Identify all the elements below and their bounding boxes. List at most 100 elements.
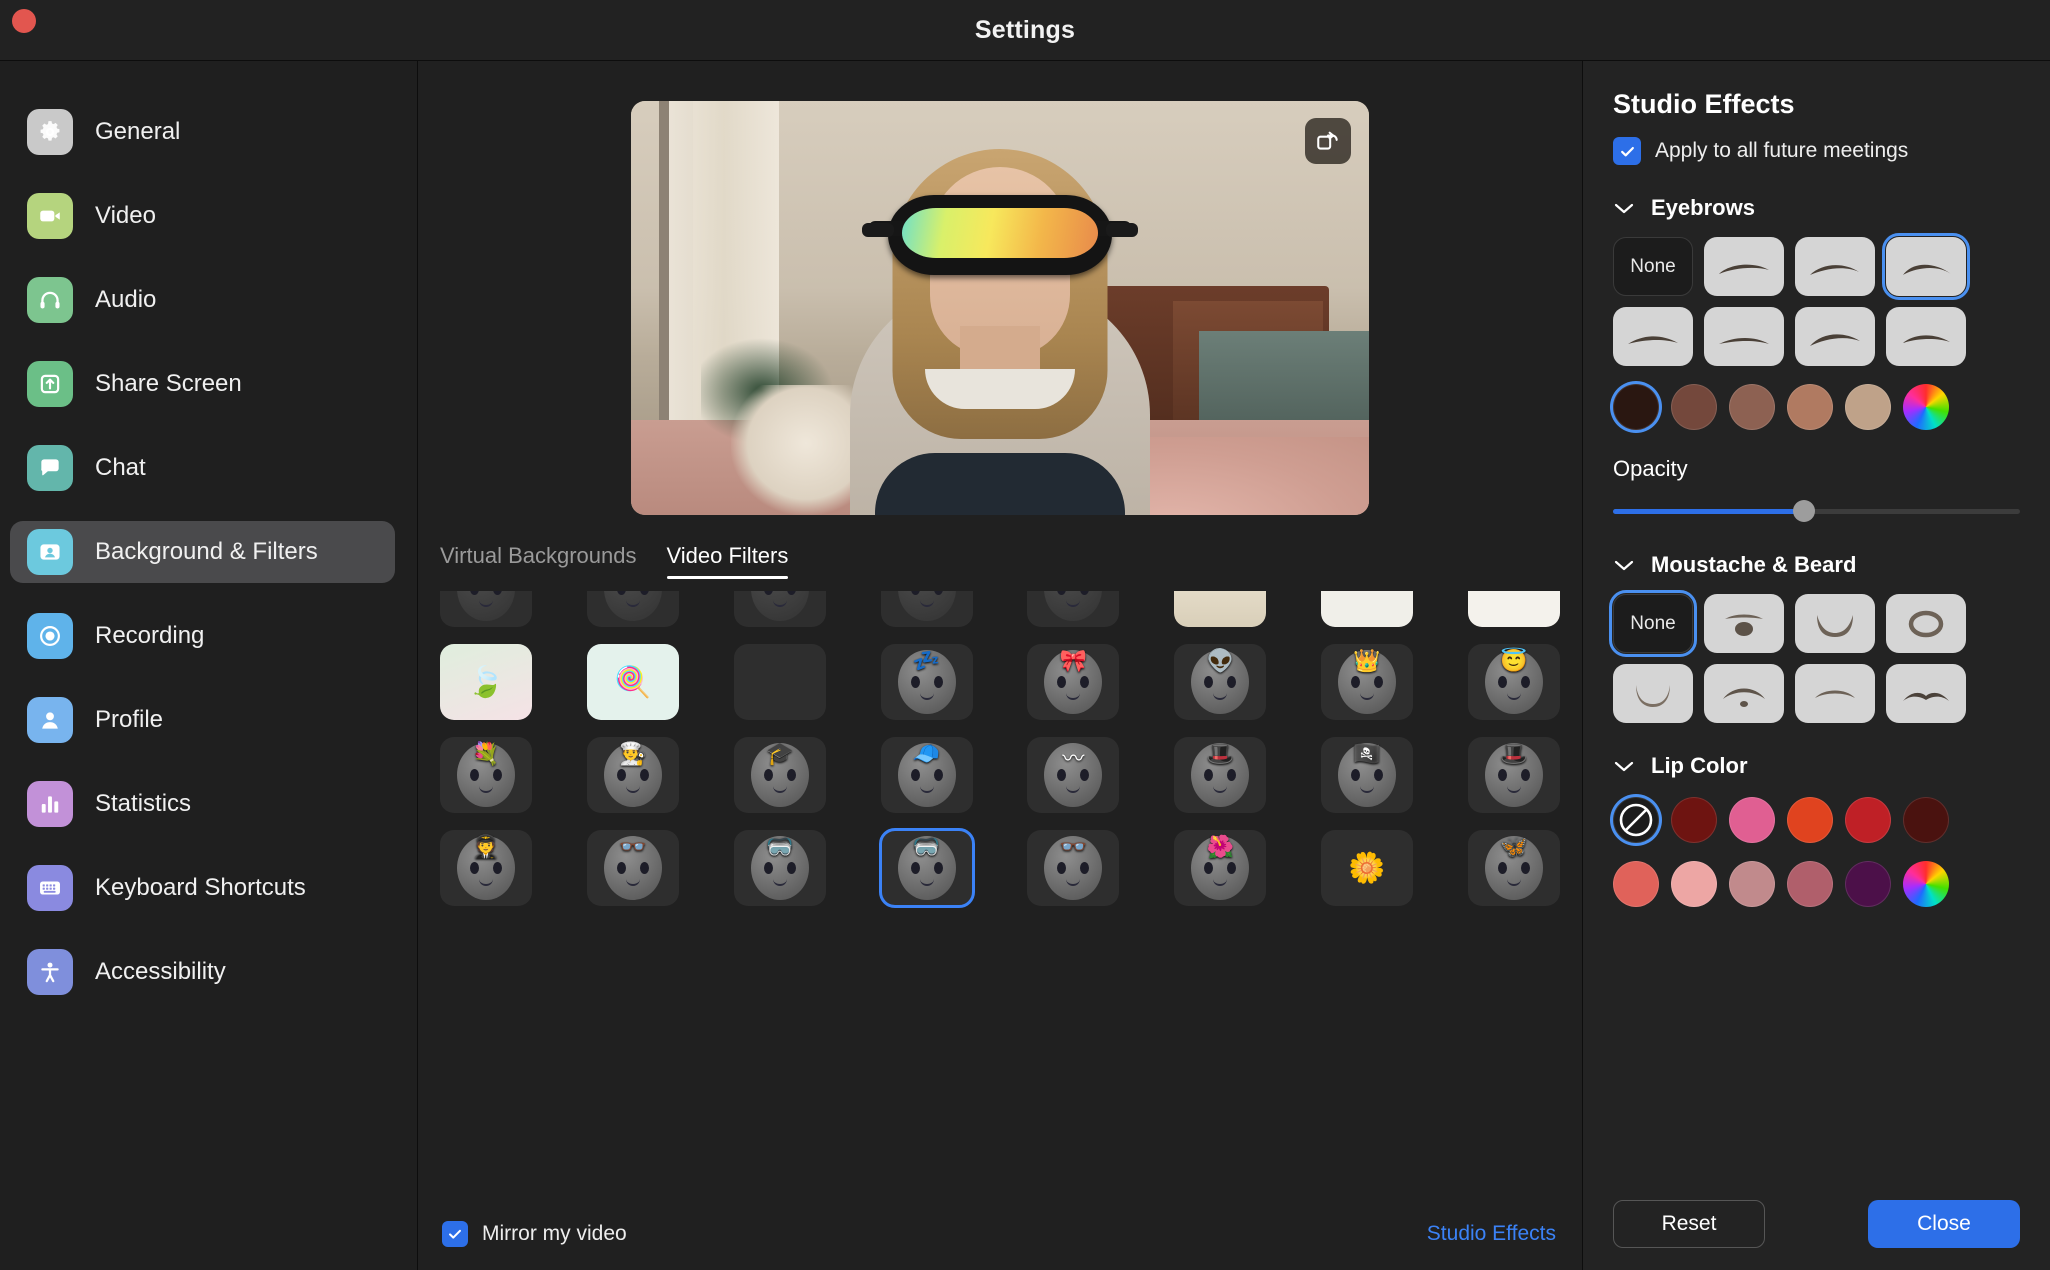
video-filter-red-bandana[interactable]: 🎀: [1027, 644, 1120, 720]
studio-effects-link[interactable]: Studio Effects: [1427, 1222, 1556, 1246]
moustache-beard-option-0[interactable]: [1704, 594, 1784, 653]
video-filter-lollipop-frame[interactable]: 🍭: [586, 644, 679, 720]
eyebrow-color-swatch-2[interactable]: [1729, 384, 1775, 430]
moustache-beard-option-3[interactable]: [1613, 664, 1693, 723]
moustache-beard-option-1[interactable]: [1795, 594, 1875, 653]
eyebrow-color-swatch-1[interactable]: [1671, 384, 1717, 430]
opacity-slider-thumb[interactable]: [1793, 500, 1816, 522]
sidebar-item-profile[interactable]: Profile: [10, 689, 395, 751]
eyebrow-option-none[interactable]: None: [1613, 237, 1693, 296]
goggles-strap-left: [862, 223, 894, 237]
lip-color-none-swatch[interactable]: [1613, 797, 1659, 843]
apply-to-all-future-meetings-checkbox[interactable]: Apply to all future meetings: [1613, 137, 2020, 165]
video-filter-crown-face[interactable]: 👑: [1321, 644, 1414, 720]
lip-color-swatch-r1-3[interactable]: [1845, 797, 1891, 843]
filter-accessory-art: 🎩: [1206, 741, 1234, 766]
video-filter-plain-face[interactable]: [880, 591, 973, 627]
video-filter-3d-glasses[interactable]: 👓: [586, 830, 679, 906]
video-filter-dog-face[interactable]: 🐶: [733, 591, 826, 627]
eyebrow-option-3[interactable]: [1613, 307, 1693, 366]
video-filter-flower-crown[interactable]: 💐: [440, 737, 532, 813]
video-filter-shark-mouth[interactable]: 🦈: [1027, 591, 1120, 627]
video-filter-butterfly-face[interactable]: 🦋: [1467, 830, 1560, 906]
eyebrow-color-swatch-0[interactable]: [1613, 384, 1659, 430]
video-filter-sleepy-face[interactable]: 💤: [880, 644, 973, 720]
eyebrows-section-header[interactable]: Eyebrows: [1613, 195, 2020, 221]
video-filter-loading-bar[interactable]: [733, 644, 826, 720]
eyebrow-option-4[interactable]: [1704, 307, 1784, 366]
apply-all-checkbox-box[interactable]: [1613, 137, 1641, 165]
lip-color-swatch-r2-1[interactable]: [1671, 861, 1717, 907]
lip-color-swatch-r2-4[interactable]: [1845, 861, 1891, 907]
lip-color-swatch-r2-3[interactable]: [1787, 861, 1833, 907]
video-filter-bandit-mask[interactable]: 🎩: [1174, 737, 1267, 813]
lip-color-wheel-icon[interactable]: [1903, 861, 1949, 907]
lip-color-swatch-r1-0[interactable]: [1671, 797, 1717, 843]
video-filter-moustache-face[interactable]: 〰: [1027, 737, 1120, 813]
video-filter-room-frame[interactable]: [1174, 591, 1267, 627]
studio-effects-footer: Reset Close: [1613, 1186, 2020, 1248]
moustache-beard-option-4[interactable]: [1704, 664, 1784, 723]
moustache-beard-option-none[interactable]: None: [1609, 590, 1697, 657]
sidebar-item-background-filters[interactable]: Background & Filters: [10, 521, 395, 583]
video-filter-daisy-flower[interactable]: 🌼: [1321, 830, 1414, 906]
video-filter-fedora-hat[interactable]: 🎩: [1467, 737, 1560, 813]
sidebar-item-recording[interactable]: Recording: [10, 605, 395, 667]
sidebar-item-keyboard-shortcuts[interactable]: Keyboard Shortcuts: [10, 857, 395, 919]
lip-color-swatch-r2-2[interactable]: [1729, 861, 1775, 907]
sidebar-item-chat[interactable]: Chat: [10, 437, 395, 499]
video-filter-cat-face[interactable]: 🐱: [586, 591, 679, 627]
tab-virtual-backgrounds[interactable]: Virtual Backgrounds: [440, 543, 637, 579]
video-filter-white-frame[interactable]: [1321, 591, 1414, 627]
close-button[interactable]: Close: [1868, 1200, 2020, 1248]
video-filter-red-beret[interactable]: 🧢: [880, 737, 973, 813]
mirror-my-video-checkbox[interactable]: Mirror my video: [442, 1221, 627, 1247]
video-filters-grid: 🐷 🐱 🐶 🦈 🍃 🍭 💤 🎀 👽 👑 😇 💐 👨‍🍳 🎓 🧢 〰 🎩 🏴‍☠️ 🎩 🧑‍✈️ 👓 🥽 🥽 👓 🌺 🌼 🦋: [440, 591, 1560, 908]
sidebar-item-general[interactable]: General: [10, 101, 395, 163]
opacity-slider-fill: [1613, 509, 1805, 514]
moustache-beard-option-2[interactable]: [1886, 594, 1966, 653]
reset-button[interactable]: Reset: [1613, 1200, 1765, 1248]
lip-color-swatch-r1-1[interactable]: [1729, 797, 1775, 843]
sidebar-item-accessibility[interactable]: Accessibility: [10, 941, 395, 1003]
eyebrow-color-wheel-icon[interactable]: [1903, 384, 1949, 430]
eyebrow-option-1[interactable]: [1795, 237, 1875, 296]
lip-color-section-header[interactable]: Lip Color: [1613, 753, 2020, 779]
moustache-beard-section-header[interactable]: Moustache & Beard: [1613, 552, 2020, 578]
video-filter-flower-wreath[interactable]: 🌺: [1174, 830, 1267, 906]
sidebar-item-statistics[interactable]: Statistics: [10, 773, 395, 835]
eyebrow-option-2[interactable]: [1882, 233, 1970, 300]
goggles-strap-right: [1106, 223, 1138, 237]
opacity-slider[interactable]: [1613, 500, 2020, 522]
eyebrow-option-6[interactable]: [1886, 307, 1966, 366]
eyebrow-option-0[interactable]: [1704, 237, 1784, 296]
video-filter-graduation-cap[interactable]: 🎓: [733, 737, 826, 813]
eyebrow-color-swatch-4[interactable]: [1845, 384, 1891, 430]
video-filter-pirate-hat[interactable]: 🏴‍☠️: [1321, 737, 1414, 813]
eyebrow-color-swatch-3[interactable]: [1787, 384, 1833, 430]
tab-video-filters[interactable]: Video Filters: [666, 543, 788, 579]
video-filter-captain-hat[interactable]: 🧑‍✈️: [440, 830, 532, 906]
sidebar-item-video[interactable]: Video: [10, 185, 395, 247]
sidebar-item-audio[interactable]: Audio: [10, 269, 395, 331]
eyebrow-option-5[interactable]: [1795, 307, 1875, 366]
lip-color-swatch-r1-4[interactable]: [1903, 797, 1949, 843]
close-window-button[interactable]: [12, 9, 36, 33]
video-filter-vr-headset[interactable]: 🥽: [733, 830, 826, 906]
video-filter-arch-frame[interactable]: [1467, 591, 1560, 627]
video-filter-round-glasses[interactable]: 👓: [1027, 830, 1120, 906]
lip-color-swatch-r2-0[interactable]: [1613, 861, 1659, 907]
video-filter-alien-face[interactable]: 👽: [1174, 644, 1267, 720]
video-filter-ski-goggles[interactable]: 🥽: [878, 828, 975, 908]
video-filters-scroll-area[interactable]: 🐷 🐱 🐶 🦈 🍃 🍭 💤 🎀 👽 👑 😇 💐 👨‍🍳 🎓 🧢 〰 🎩 🏴‍☠️ 🎩 🧑‍✈️ 👓 🥽 🥽 👓 🌺 🌼 🦋: [418, 591, 1582, 1198]
video-filter-pig-nose[interactable]: 🐷: [440, 591, 532, 627]
sidebar-item-share-screen[interactable]: Share Screen: [10, 353, 395, 415]
moustache-beard-option-6[interactable]: [1886, 664, 1966, 723]
video-filter-chef-hat[interactable]: 👨‍🍳: [586, 737, 679, 813]
moustache-beard-option-5[interactable]: [1795, 664, 1875, 723]
mirror-checkbox-box[interactable]: [442, 1221, 468, 1247]
flip-camera-button[interactable]: [1305, 118, 1351, 164]
video-filter-halo-face[interactable]: 😇: [1467, 644, 1560, 720]
video-filter-leaf-frame[interactable]: 🍃: [440, 644, 532, 720]
lip-color-swatch-r1-2[interactable]: [1787, 797, 1833, 843]
